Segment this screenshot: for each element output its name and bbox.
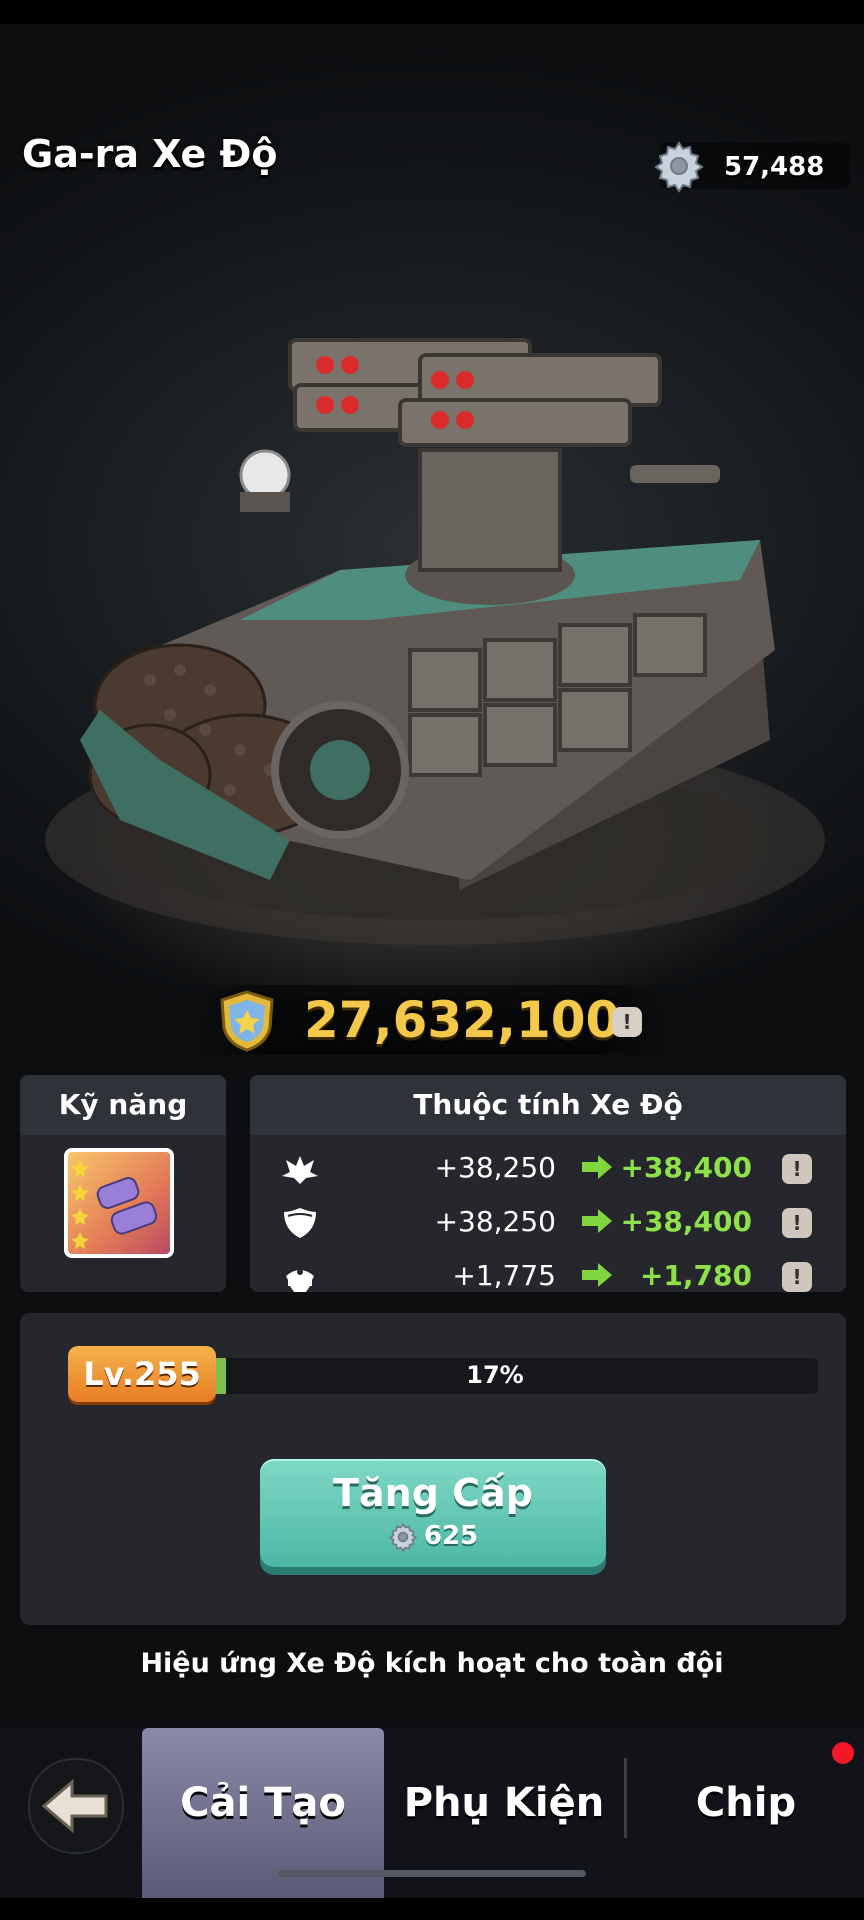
tab-divider — [624, 1758, 627, 1838]
bottom-edge — [0, 1898, 864, 1920]
command-info-button[interactable]: ! — [782, 1262, 812, 1292]
gear-icon — [654, 141, 704, 193]
attack-current-value: +38,250 — [434, 1151, 556, 1184]
defense-icon — [284, 1208, 316, 1238]
upgrade-cost-value: 625 — [423, 1521, 479, 1551]
upgrade-cost: 625 — [260, 1521, 606, 1552]
attack-info-button[interactable]: ! — [782, 1154, 812, 1184]
back-button[interactable] — [28, 1758, 124, 1854]
defense-next-value: +38,400 — [620, 1205, 752, 1238]
attribute-row-attack: +38,250 +38,400 ! — [250, 1143, 846, 1193]
vehicle-model[interactable] — [40, 320, 830, 960]
arrow-right-icon — [582, 1155, 612, 1179]
currency-value: 57,488 — [724, 152, 825, 182]
arrow-right-icon — [582, 1263, 612, 1287]
commander-hat-icon — [286, 1269, 314, 1292]
power-value: 27,632,100 — [304, 991, 621, 1049]
gear-icon — [388, 1522, 418, 1552]
defense-info-button[interactable]: ! — [782, 1208, 812, 1238]
skill-rocket-icon[interactable] — [64, 1148, 174, 1258]
home-indicator — [278, 1870, 586, 1877]
level-percent: 17% — [466, 1361, 524, 1389]
power-display: 27,632,100 ! — [192, 985, 672, 1055]
attribute-panel: Thuộc tính Xe Độ +38,250 +38,400 ! +38,2… — [250, 1075, 846, 1292]
upgrade-button-label: Tăng Cấp — [333, 1471, 533, 1515]
attribute-row-command: +1,775 +1,780 ! — [250, 1251, 846, 1301]
skill-panel-title: Kỹ năng — [20, 1075, 226, 1135]
team-effect-note: Hiệu ứng Xe Độ kích hoạt cho toàn đội — [140, 1648, 724, 1679]
skill-panel: Kỹ năng — [20, 1075, 226, 1292]
command-current-value: +1,775 — [452, 1259, 556, 1292]
tab-accessories-label: Phụ Kiện — [403, 1780, 605, 1826]
defense-current-value: +38,250 — [434, 1205, 556, 1238]
upgrade-button[interactable]: Tăng Cấp 625 — [260, 1459, 606, 1567]
power-info-button[interactable]: ! — [612, 1007, 642, 1037]
level-badge: Lv.255 — [68, 1346, 216, 1402]
command-next-value: +1,780 — [639, 1259, 752, 1292]
attribute-row-defense: +38,250 +38,400 ! — [250, 1197, 846, 1247]
shield-star-icon — [220, 990, 274, 1052]
page-title: Ga-ra Xe Độ — [22, 132, 278, 176]
gear-currency-counter[interactable]: 57,488 — [654, 141, 850, 193]
level-panel: Lv.255 17% Tăng Cấp 625 — [20, 1313, 846, 1625]
notification-dot — [832, 1742, 854, 1764]
attack-next-value: +38,400 — [620, 1151, 752, 1184]
arrow-right-icon — [582, 1209, 612, 1233]
attack-icon — [282, 1156, 318, 1184]
tab-chip[interactable]: Chip — [630, 1728, 862, 1898]
attribute-panel-title: Thuộc tính Xe Độ — [250, 1075, 846, 1135]
status-bar — [0, 0, 864, 24]
tab-modify-label: Cải Tạo — [180, 1780, 346, 1826]
tab-chip-label: Chip — [695, 1780, 797, 1826]
arrow-left-icon — [41, 1778, 108, 1834]
